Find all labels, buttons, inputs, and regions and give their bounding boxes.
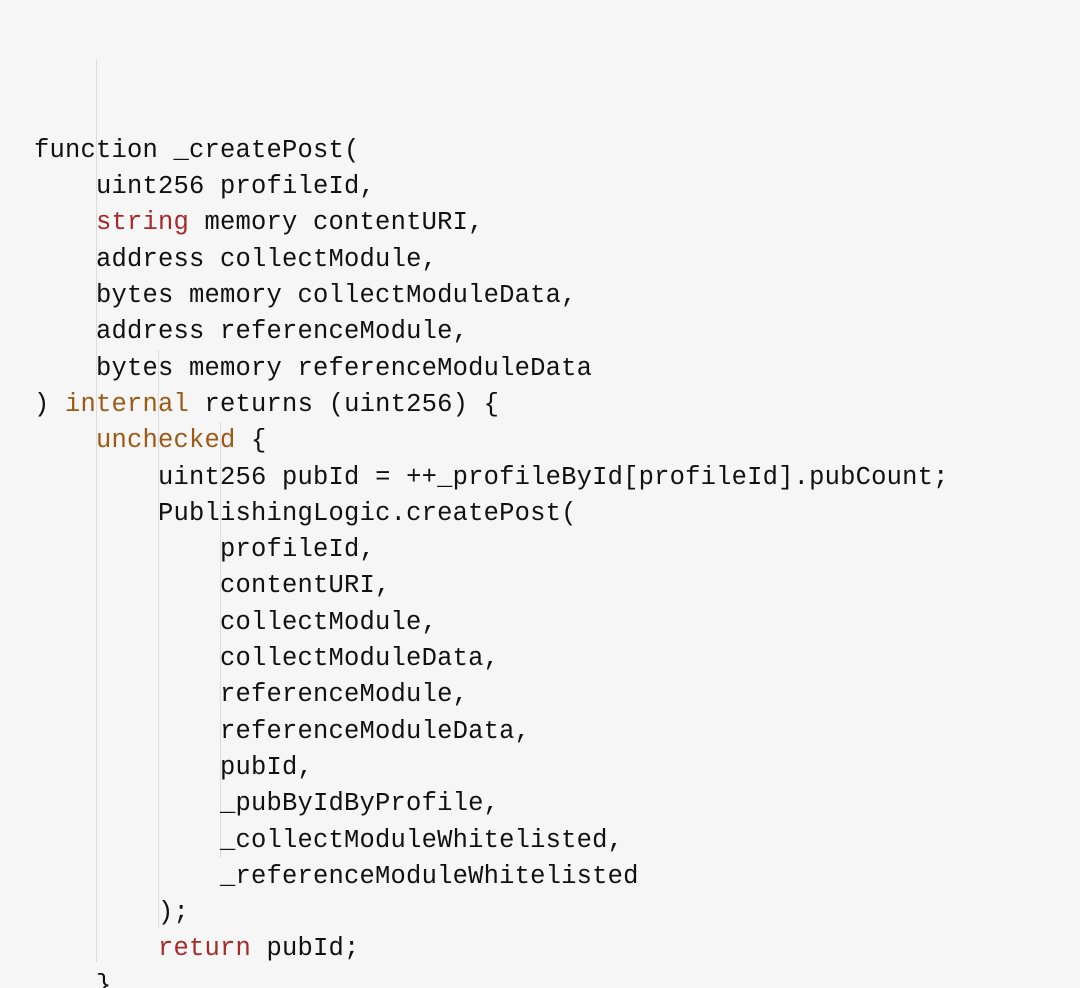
code-token: bytes memory referenceModuleData [96, 354, 592, 383]
code-line[interactable]: profileId, [34, 532, 1072, 568]
code-line[interactable]: address referenceModule, [34, 314, 1072, 350]
code-token: ); [158, 898, 189, 927]
code-token: _referenceModuleWhitelisted [220, 862, 639, 891]
code-token: uint256 pubId = ++_profileById[profileId… [158, 463, 949, 492]
code-line[interactable]: _collectModuleWhitelisted, [34, 823, 1072, 859]
code-editor[interactable]: function _createPost( uint256 profileId,… [0, 0, 1080, 988]
code-line[interactable]: ); [34, 895, 1072, 931]
code-token: returns (uint256) { [189, 390, 499, 419]
code-line[interactable]: } [34, 968, 1072, 988]
code-line[interactable]: _pubByIdByProfile, [34, 786, 1072, 822]
code-line[interactable]: unchecked { [34, 423, 1072, 459]
code-token: profileId, [220, 535, 375, 564]
code-token: internal [65, 390, 189, 419]
code-token: string [96, 208, 189, 237]
code-token: referenceModuleData, [220, 717, 530, 746]
code-line[interactable]: return pubId; [34, 931, 1072, 967]
code-token: memory contentURI, [189, 208, 484, 237]
code-token: function _createPost( [34, 136, 360, 165]
code-token: address referenceModule, [96, 317, 468, 346]
code-lines: function _createPost( uint256 profileId,… [34, 133, 1072, 988]
code-line[interactable]: referenceModuleData, [34, 714, 1072, 750]
code-token: referenceModule, [220, 680, 468, 709]
code-token: ) [34, 390, 65, 419]
code-line[interactable]: string memory contentURI, [34, 205, 1072, 241]
code-line[interactable]: _referenceModuleWhitelisted [34, 859, 1072, 895]
code-token: PublishingLogic.createPost( [158, 499, 577, 528]
code-line[interactable]: address collectModule, [34, 242, 1072, 278]
code-line[interactable]: referenceModule, [34, 677, 1072, 713]
code-token: pubId; [251, 934, 360, 963]
code-token: collectModule, [220, 608, 437, 637]
code-token: contentURI, [220, 571, 391, 600]
code-line[interactable]: uint256 profileId, [34, 169, 1072, 205]
code-line[interactable]: function _createPost( [34, 133, 1072, 169]
code-token: collectModuleData, [220, 644, 499, 673]
code-line[interactable]: uint256 pubId = ++_profileById[profileId… [34, 460, 1072, 496]
code-line[interactable]: PublishingLogic.createPost( [34, 496, 1072, 532]
code-line[interactable]: bytes memory collectModuleData, [34, 278, 1072, 314]
code-token: pubId, [220, 753, 313, 782]
code-token: unchecked [96, 426, 236, 455]
code-line[interactable]: collectModuleData, [34, 641, 1072, 677]
code-token: { [236, 426, 267, 455]
code-token: _pubByIdByProfile, [220, 789, 499, 818]
code-line[interactable]: contentURI, [34, 568, 1072, 604]
code-line[interactable]: pubId, [34, 750, 1072, 786]
code-line[interactable]: bytes memory referenceModuleData [34, 351, 1072, 387]
code-token: return [158, 934, 251, 963]
code-line[interactable]: collectModule, [34, 605, 1072, 641]
code-token: bytes memory collectModuleData, [96, 281, 577, 310]
code-line[interactable]: ) internal returns (uint256) { [34, 387, 1072, 423]
code-token: uint256 profileId, [96, 172, 375, 201]
code-token: _collectModuleWhitelisted, [220, 826, 623, 855]
code-token: address collectModule, [96, 245, 437, 274]
code-token: } [96, 971, 112, 988]
